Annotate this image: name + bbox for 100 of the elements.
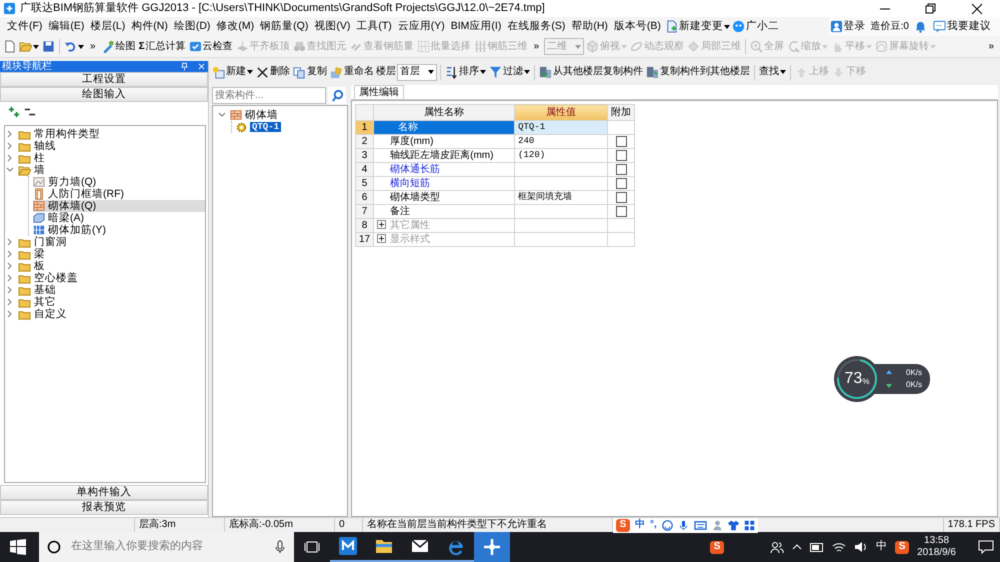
property-name[interactable]: 厚度(mm) (374, 134, 515, 148)
section-button[interactable]: 报表预览 (0, 500, 208, 515)
tree-item[interactable]: 人防门框墙(RF) (33, 188, 205, 200)
tree-item[interactable]: 柱 (5, 152, 205, 164)
feedback-button[interactable]: 我要建议 (932, 19, 992, 34)
toolbar-button[interactable]: 绘图 (100, 39, 137, 54)
toolbar-button[interactable]: Σ汇总计算 (138, 40, 187, 54)
checkbox[interactable] (616, 136, 627, 147)
search-field[interactable]: 搜索构件... (212, 87, 326, 104)
tree-item[interactable]: 梁 (5, 248, 205, 260)
tree-item[interactable]: 轴线 (5, 140, 205, 152)
section-button[interactable]: 单构件输入 (0, 485, 208, 500)
start-icon[interactable] (10, 539, 26, 555)
toolbar-button[interactable]: 过滤 (488, 64, 531, 80)
tree-item[interactable]: 墙 (5, 164, 205, 176)
tree-item[interactable]: 剪力墙(Q) (33, 176, 205, 188)
property-name[interactable]: 砌体墙类型 (374, 190, 515, 204)
tab[interactable]: 属性编辑 (354, 85, 404, 99)
checkbox[interactable] (616, 206, 627, 217)
checkbox[interactable] (616, 178, 627, 189)
menu-item[interactable]: 钢筋量(Q) (257, 19, 312, 34)
tree-item[interactable]: 基础 (5, 284, 205, 296)
menu-item[interactable]: 工具(T) (353, 19, 395, 34)
menu-item[interactable]: 帮助(H) (568, 19, 611, 34)
notification-icon[interactable] (978, 540, 994, 554)
tree-item[interactable]: 门窗洞 (5, 236, 205, 248)
menu-item[interactable]: 楼层(L) (87, 19, 128, 34)
search-input[interactable]: 在这里输入你要搜索的内容 (69, 539, 266, 555)
property-name[interactable]: 名称 (374, 120, 515, 134)
ime-toggle[interactable]: 中 (635, 519, 645, 531)
menu-item[interactable]: 版本号(B) (610, 19, 664, 34)
overflow-chevron[interactable]: » (530, 40, 544, 52)
tree-item[interactable]: 常用构件类型 (5, 128, 205, 140)
property-value[interactable]: (120) (514, 148, 608, 162)
checkbox[interactable] (616, 192, 627, 203)
chevron-down-icon[interactable] (217, 111, 227, 119)
toolbar-button[interactable]: 复制 (292, 64, 328, 80)
chevron-down-icon[interactable] (5, 166, 15, 174)
tree-item[interactable]: 板 (5, 260, 205, 272)
menu-item[interactable]: 在线服务(S) (504, 19, 568, 34)
property-name[interactable]: 砌体通长筋 (374, 162, 515, 176)
checkbox[interactable] (616, 150, 627, 161)
shirt-icon[interactable] (728, 520, 739, 530)
toolbar-button[interactable]: 从其他楼层复制构件 (538, 64, 644, 80)
property-name[interactable]: 横向短筋 (374, 176, 515, 190)
search-button[interactable] (328, 87, 346, 104)
tree-item[interactable]: 暗梁(A) (33, 212, 205, 224)
tree-item[interactable]: 砌体墙 (217, 109, 343, 121)
menu-item[interactable]: 修改(M) (213, 19, 258, 34)
grid-icon[interactable] (744, 520, 755, 530)
toolbar-button[interactable]: 新建 (211, 64, 254, 80)
menu-item[interactable]: 视图(V) (311, 19, 354, 34)
clock-date[interactable]: 2018/9/6 (917, 547, 956, 560)
smiley-icon[interactable] (662, 520, 673, 530)
expand-toggle-icon[interactable] (377, 220, 386, 228)
property-name[interactable]: 轴线距左墙皮距离(mm) (374, 148, 515, 162)
dropdown-select[interactable]: 首层 (397, 64, 437, 80)
ime-toggle[interactable]: °, (650, 519, 657, 531)
tree-item[interactable]: 其它 (5, 296, 205, 308)
menu-item[interactable]: 云应用(Y) (394, 19, 448, 34)
toolbar-button[interactable]: 云检查 (188, 39, 234, 54)
tree-item[interactable]: 自定义 (5, 308, 205, 320)
toolbar-button[interactable]: 排序 (444, 64, 487, 80)
tree-item[interactable]: QTQ-1 (236, 121, 343, 133)
tree-item[interactable]: 空心楼盖 (5, 272, 205, 284)
microphone-icon[interactable] (274, 540, 286, 554)
property-value[interactable]: QTQ-1 (514, 120, 608, 134)
expand-toggle-icon[interactable] (377, 234, 386, 242)
menu-item[interactable]: 绘图(D) (170, 19, 214, 34)
overflow-chevron[interactable]: » (86, 40, 100, 52)
login-button[interactable]: 登录 (828, 19, 867, 34)
wifi-icon[interactable] (832, 541, 846, 553)
chevron-up-icon[interactable] (792, 543, 802, 551)
people-icon[interactable] (770, 540, 784, 554)
overflow-chevron[interactable]: » (984, 40, 998, 52)
speaker-icon[interactable] (854, 541, 868, 553)
menu-item[interactable]: BIM应用(I) (448, 19, 504, 34)
section-button[interactable]: 绘图输入 (0, 87, 208, 102)
menu-item[interactable]: 构件(N) (128, 19, 171, 34)
input-method[interactable]: 中 (876, 540, 888, 554)
menu-button[interactable]: 新建变更 (664, 19, 731, 34)
search-field[interactable]: 在这里输入你要搜索的内容 (39, 532, 294, 562)
toolbar-button[interactable]: 查找 (758, 65, 787, 79)
menu-button[interactable]: 广小二 (730, 19, 780, 34)
toolbar-button[interactable]: 重命名 (329, 64, 375, 80)
checkbox[interactable] (616, 164, 627, 175)
menu-item[interactable]: 文件(F) (4, 19, 46, 34)
property-name[interactable]: 备注 (374, 204, 515, 218)
item-label[interactable]: QTQ-1 (250, 122, 282, 132)
toolbar-button[interactable]: 删除 (255, 64, 291, 80)
keyboard-icon[interactable] (694, 520, 707, 530)
clock-time[interactable]: 13:58 (917, 534, 956, 547)
property-value[interactable]: 框架间填充墙 (514, 190, 608, 204)
toolbar-button[interactable]: 复制构件到其他楼层 (645, 64, 751, 80)
tree-item[interactable]: 砌体加筋(Y) (33, 224, 205, 236)
property-value[interactable]: 240 (514, 134, 608, 148)
microphone-icon[interactable] (678, 520, 689, 530)
section-button[interactable]: 工程设置 (0, 72, 208, 87)
menu-item[interactable]: 编辑(E) (45, 19, 88, 34)
tree-item[interactable]: 砌体墙(Q) (33, 200, 205, 212)
